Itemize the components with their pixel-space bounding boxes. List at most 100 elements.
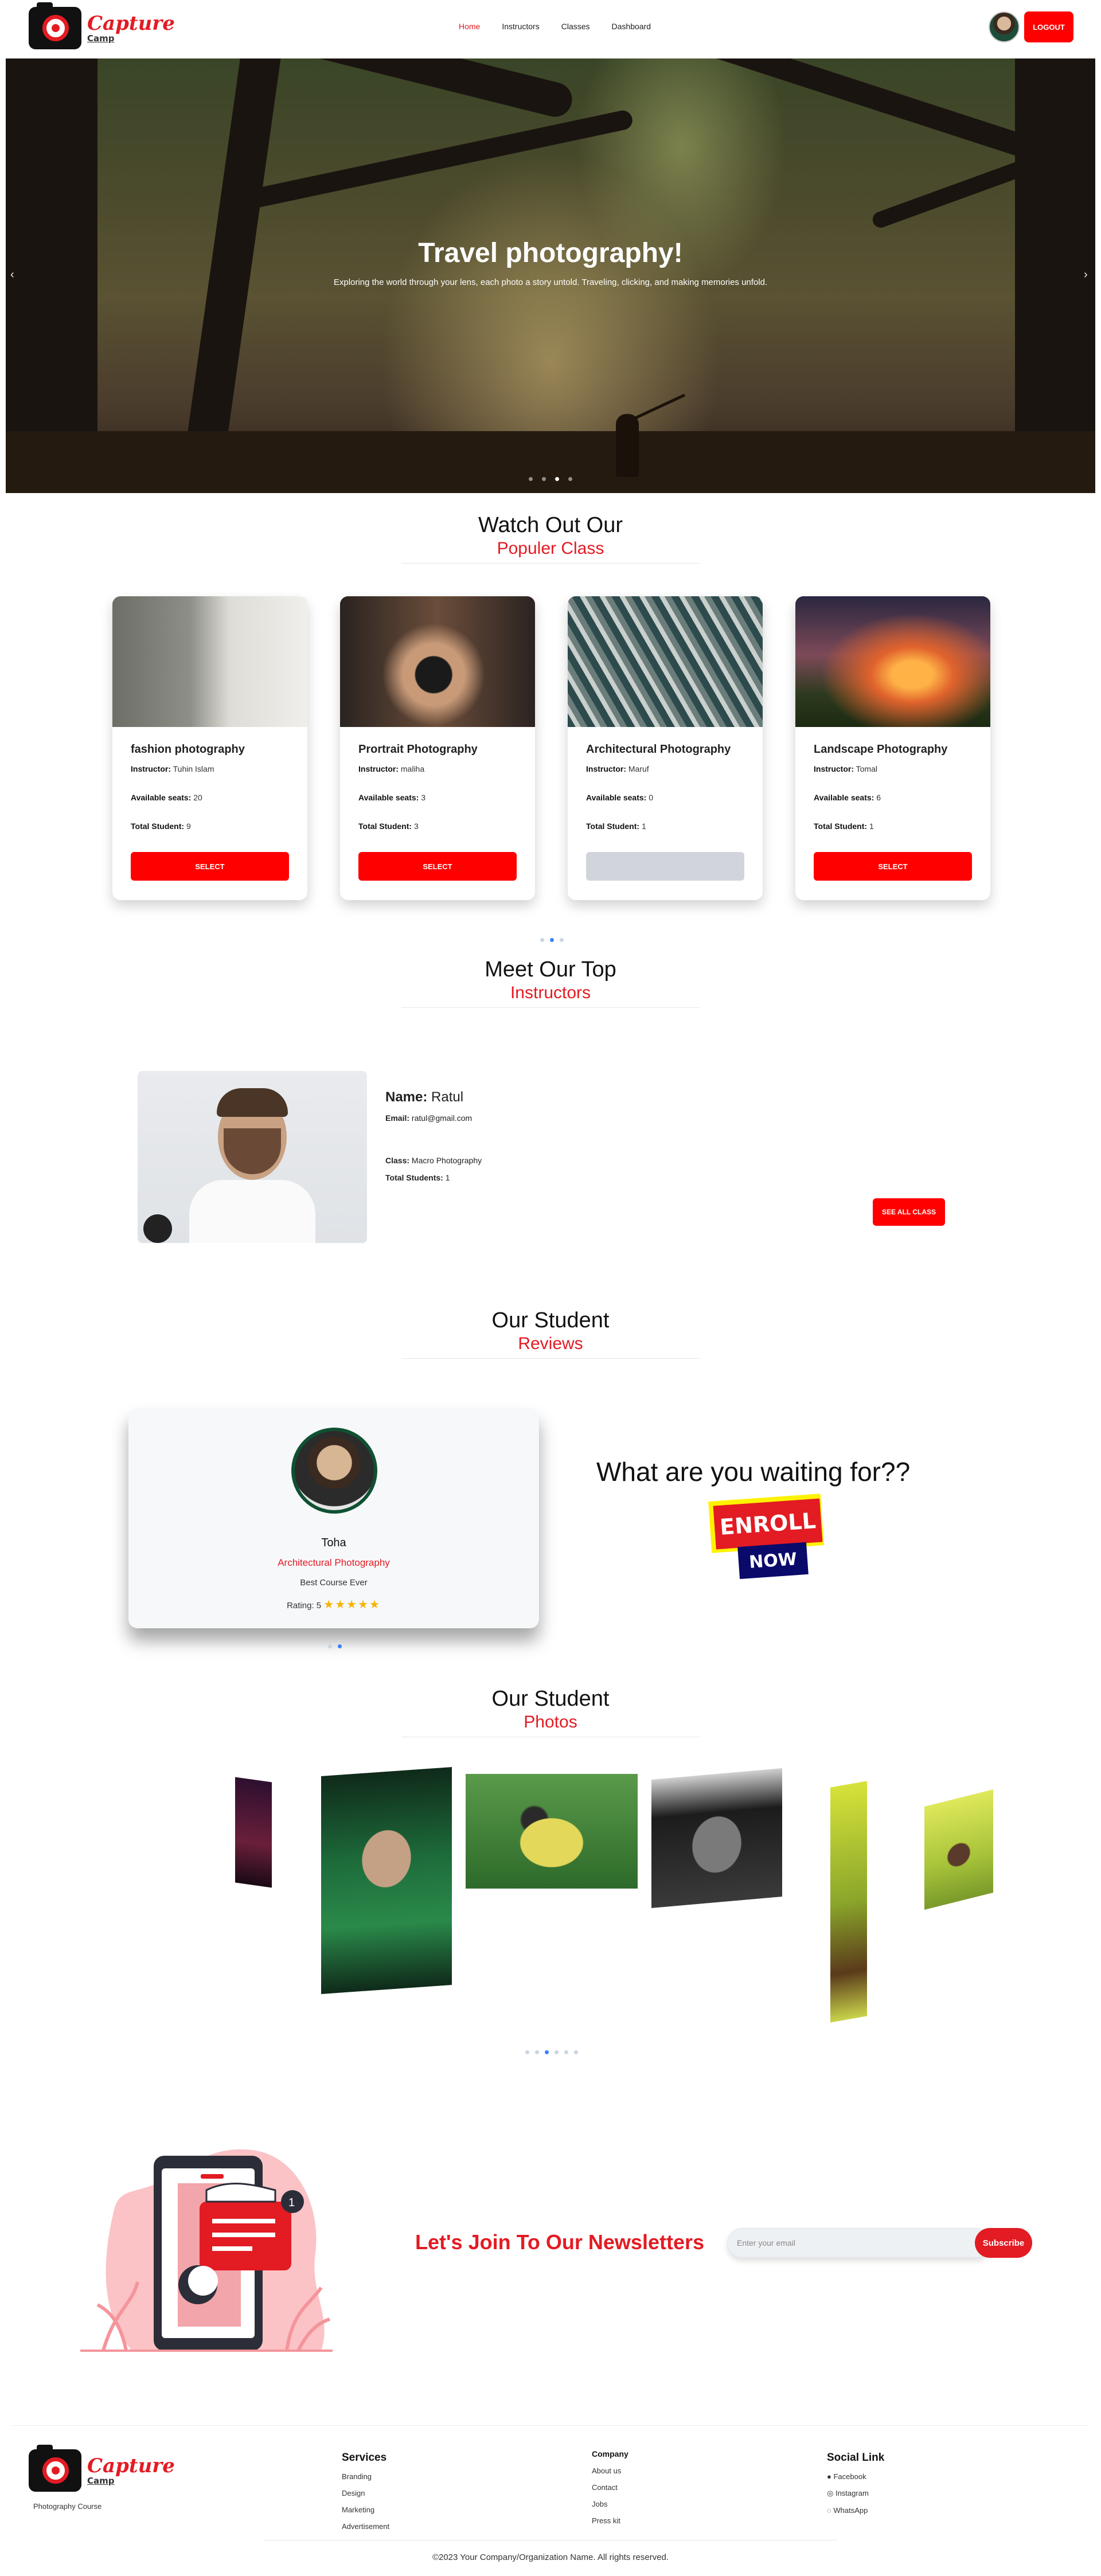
popular-highlight: Populer Class [497, 539, 604, 558]
whatsapp-icon: ◌ [827, 2506, 831, 2515]
hero-banner: ‹ › Travel photography! Exploring the wo… [6, 58, 1095, 493]
pagination-dot[interactable] [525, 2050, 529, 2054]
whatsapp-link[interactable]: ◌ WhatsApp [827, 2506, 884, 2515]
logo-subtitle: Camp [87, 33, 115, 44]
newsletter-title: Let's Join To Our Newsletters [415, 2230, 704, 2254]
footer-link[interactable]: About us [592, 2466, 628, 2475]
logout-button[interactable]: LOGOUT [1024, 11, 1073, 42]
logo-subtitle: Camp [87, 2475, 115, 2486]
footer-logo[interactable]: Capture Camp [29, 2445, 175, 2492]
classes-pagination [540, 938, 564, 942]
nav-dashboard[interactable]: Dashboard [612, 22, 651, 31]
enroll-now-badge[interactable]: ENROLL NOW [708, 1494, 825, 1580]
cta-heading: What are you waiting for?? [596, 1457, 911, 1487]
class-card: fashion photography Instructor: Tuhin Is… [112, 596, 307, 900]
class-instructor: maliha [400, 764, 425, 773]
class-instructor: Tuhin Islam [173, 764, 214, 773]
review-rating: Rating: 5 ★★★★★ [287, 1598, 381, 1611]
gallery-photo[interactable] [321, 1767, 452, 1994]
class-students: 1 [869, 822, 874, 831]
pagination-dot[interactable] [564, 2050, 568, 2054]
class-students: 1 [641, 822, 646, 831]
name-label: Name: [385, 1089, 428, 1105]
hero-prev-icon[interactable]: ‹ [10, 268, 14, 282]
pagination-dot[interactable] [574, 2050, 578, 2054]
gallery-photo[interactable] [830, 1781, 867, 2023]
company-heading: Company [592, 2449, 628, 2458]
logo-title: Capture [87, 2454, 175, 2477]
footer-link[interactable]: Press kit [592, 2516, 628, 2525]
pagination-dot[interactable] [560, 938, 564, 942]
footer-link[interactable]: Contact [592, 2483, 628, 2492]
select-button[interactable]: SELECT [814, 852, 972, 881]
class-seats: 20 [193, 793, 202, 802]
subscribe-button[interactable]: Subscribe [975, 2228, 1032, 2258]
gallery-photo[interactable] [924, 1789, 993, 1910]
instructor-email: ratul@gmail.com [411, 1113, 473, 1123]
nav-instructors[interactable]: Instructors [502, 22, 539, 31]
instructor-students: 1 [445, 1173, 450, 1182]
newsletter-illustration: 1 [80, 2149, 333, 2352]
hero-pagination [529, 477, 572, 481]
user-avatar[interactable] [989, 11, 1020, 42]
gallery-photo[interactable] [466, 1774, 638, 1889]
footer-company: Company About us Contact Jobs Press kit [592, 2449, 628, 2533]
class-card: Prortrait Photography Instructor: maliha… [340, 596, 535, 900]
logo[interactable]: Capture Camp [29, 2, 175, 49]
pagination-dot[interactable] [555, 2050, 559, 2054]
navbar: Capture Camp Home Instructors Classes Da… [0, 0, 1101, 57]
reviews-heading: Our Student Reviews [0, 1308, 1101, 1359]
camera-logo-icon [29, 2, 81, 49]
class-title: Prortrait Photography [358, 743, 478, 756]
class-title: Architectural Photography [586, 743, 731, 756]
instructor-photo [138, 1071, 367, 1243]
pagination-dot-active[interactable] [550, 938, 554, 942]
pagination-dot[interactable] [535, 2050, 539, 2054]
footer-tagline: Photography Course [33, 2502, 102, 2511]
popular-heading: Watch Out Our Populer Class [0, 513, 1101, 564]
class-title: Landscape Photography [814, 743, 948, 756]
select-button[interactable]: SELECT [131, 852, 289, 881]
hero-dot[interactable] [568, 477, 572, 481]
hero-dot[interactable] [542, 477, 546, 481]
select-button-disabled [586, 852, 744, 881]
photos-title: Our Student [491, 1687, 610, 1711]
class-students: 9 [186, 822, 191, 831]
footer-link[interactable]: Marketing [342, 2505, 389, 2514]
class-seats: 6 [876, 793, 881, 802]
reviewer-class: Architectural Photography [278, 1557, 390, 1568]
reviews-highlight: Reviews [518, 1334, 583, 1353]
footer-link[interactable]: Branding [342, 2472, 389, 2481]
footer-link[interactable]: Jobs [592, 2500, 628, 2508]
email-input[interactable]: Enter your email [727, 2228, 991, 2258]
select-button[interactable]: SELECT [358, 852, 517, 881]
class-image [795, 596, 990, 727]
nav-classes[interactable]: Classes [561, 22, 590, 31]
instructors-heading: Meet Our Top Instructors [0, 957, 1101, 1008]
now-label: NOW [737, 1542, 809, 1580]
instructor-name: Ratul [431, 1089, 464, 1105]
hero-dot-active[interactable] [555, 477, 559, 481]
pagination-dot[interactable] [540, 938, 544, 942]
see-all-class-button[interactable]: SEE ALL CLASS [873, 1198, 945, 1226]
hero-dot[interactable] [529, 477, 533, 481]
photos-highlight: Photos [524, 1713, 577, 1731]
pagination-dot-active[interactable] [545, 2050, 549, 2054]
class-instructor: Tomal [856, 764, 877, 773]
reviewer-name: Toha [321, 1537, 346, 1549]
hero-next-icon[interactable]: › [1084, 268, 1088, 282]
footer-link[interactable]: Advertisement [342, 2522, 389, 2531]
nav-home[interactable]: Home [459, 22, 480, 31]
pagination-dot[interactable] [328, 1644, 332, 1648]
pagination-dot-active[interactable] [338, 1644, 342, 1648]
footer-services: Services Branding Design Marketing Adver… [342, 2452, 389, 2539]
gallery-photo[interactable] [235, 1777, 272, 1888]
gallery-photo[interactable] [651, 1768, 782, 1908]
footer-link[interactable]: Design [342, 2489, 389, 2497]
instagram-link[interactable]: ◎ Instagram [827, 2489, 884, 2498]
facebook-link[interactable]: ● Facebook [827, 2472, 884, 2481]
class-students: 3 [413, 822, 419, 831]
svg-text:1: 1 [288, 2196, 295, 2209]
hero-subtitle: Exploring the world through your lens, e… [333, 277, 768, 287]
social-heading: Social Link [827, 2452, 885, 2464]
